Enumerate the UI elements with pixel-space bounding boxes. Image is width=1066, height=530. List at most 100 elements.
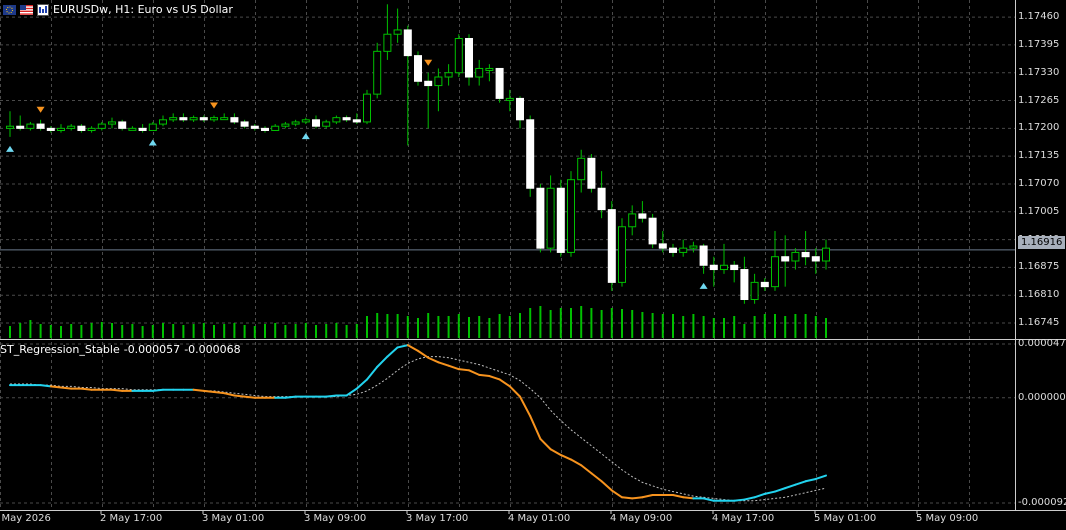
candle [526, 115, 535, 197]
candle [454, 34, 463, 78]
candle-body [169, 117, 178, 121]
candle-body [332, 117, 341, 123]
candle-body [77, 125, 86, 131]
time-label: 5 May 09:00 [916, 513, 979, 524]
candle-body [67, 125, 76, 129]
candle-body [230, 117, 239, 123]
candle-body [597, 187, 606, 211]
candle-body [250, 125, 259, 129]
chart-type-icon[interactable] [37, 3, 49, 16]
price-label: 1.17395 [1018, 38, 1060, 50]
indicator-main-segment [192, 388, 205, 392]
price-label: 1.17265 [1018, 94, 1060, 106]
candle-body [393, 29, 402, 35]
indicator-main-segment [325, 394, 338, 398]
candle-body [179, 117, 188, 121]
candle-body [771, 256, 779, 288]
us-flag-icon [20, 4, 33, 15]
candle-body [546, 187, 555, 249]
indicator-axis-label: -0.000092 [1018, 497, 1066, 508]
indicator-value-2: -0.000068 [184, 343, 241, 356]
indicator-main-segment [284, 395, 297, 399]
candle-body [628, 213, 637, 228]
candle-body [679, 247, 688, 253]
candle-body [801, 251, 810, 258]
chart-header: EURUSDw, H1: Euro vs US Dollar [3, 3, 233, 16]
indicator-main-segment [151, 388, 164, 392]
candle [556, 179, 565, 257]
indicator-main-segment [682, 496, 695, 500]
candle [414, 51, 422, 86]
indicator-main-segment [478, 373, 491, 378]
candle-body [6, 125, 14, 129]
time-label: 3 May 17:00 [406, 513, 469, 524]
indicator-main-segment [202, 389, 215, 394]
chart-window[interactable]: EURUSDw, H1: Euro vs US Dollar ST_Regres… [0, 0, 1066, 530]
time-label: 4 May 09:00 [610, 513, 673, 524]
time-label: 3 May 09:00 [304, 513, 367, 524]
candle-body [189, 117, 198, 121]
candle-body [261, 127, 269, 131]
candle-body [36, 123, 45, 129]
candle-body [811, 256, 820, 262]
time-label: 4 May 17:00 [712, 513, 775, 524]
candle-body [730, 264, 739, 271]
candle-body [322, 121, 331, 127]
candle-body [556, 187, 565, 253]
symbol-title: EURUSDw, H1: Euro vs US Dollar [53, 3, 233, 16]
chart-canvas[interactable] [0, 0, 1066, 530]
indicator-name: ST_Regression_Stable [0, 343, 120, 356]
candle-body [577, 157, 586, 181]
indicator-main-segment [60, 386, 73, 390]
indicator-main-segment [39, 384, 52, 388]
candle-body [97, 123, 106, 129]
indicator-main-segment [243, 395, 256, 399]
candle-body [750, 281, 759, 300]
candle [567, 171, 575, 257]
candle-body [301, 119, 310, 123]
indicator-main-segment [733, 498, 746, 502]
price-label: 1.16745 [1018, 317, 1060, 329]
candle-body [444, 72, 453, 78]
candle-body [760, 281, 769, 288]
candle-body [271, 125, 280, 131]
candle-body [485, 67, 494, 71]
candle [363, 89, 371, 125]
price-label: 1.17135 [1018, 150, 1060, 162]
indicator-axis-label: 0.000047 [1018, 338, 1066, 349]
candle-body [740, 269, 749, 300]
candle-body [424, 80, 433, 87]
indicator-main-segment [631, 496, 644, 500]
indicator-main-segment [213, 391, 226, 395]
candle-body [618, 226, 626, 283]
indicator-main-segment [621, 496, 634, 500]
indicator-main-segment [111, 388, 124, 392]
candle-body [516, 97, 524, 121]
candle-body [281, 123, 290, 127]
candle [648, 213, 657, 249]
price-label: 1.17330 [1018, 66, 1060, 78]
candle [587, 154, 596, 193]
candle-body [638, 213, 647, 219]
time-label: 2 May 2026 [0, 513, 51, 524]
candle-body [220, 117, 229, 121]
candle-body [658, 243, 667, 249]
candle-body [720, 264, 728, 271]
candle-body [342, 117, 351, 121]
price-label: 1.16875 [1018, 261, 1060, 273]
price-label: 1.16810 [1018, 289, 1060, 301]
price-label: 1.17070 [1018, 177, 1060, 189]
candle-body [108, 121, 116, 125]
price-label: 1.17460 [1018, 11, 1060, 23]
candle-body [587, 157, 596, 189]
candle-body [434, 76, 443, 87]
candle-body [363, 93, 371, 123]
indicator-title: ST_Regression_Stable -0.000057 -0.000068 [0, 343, 245, 356]
candle-body [781, 256, 790, 262]
candle-body [312, 119, 320, 127]
candle-body [526, 119, 535, 189]
candle [618, 218, 626, 287]
candle-body [689, 245, 698, 249]
candle [495, 67, 504, 103]
candle [536, 183, 545, 253]
